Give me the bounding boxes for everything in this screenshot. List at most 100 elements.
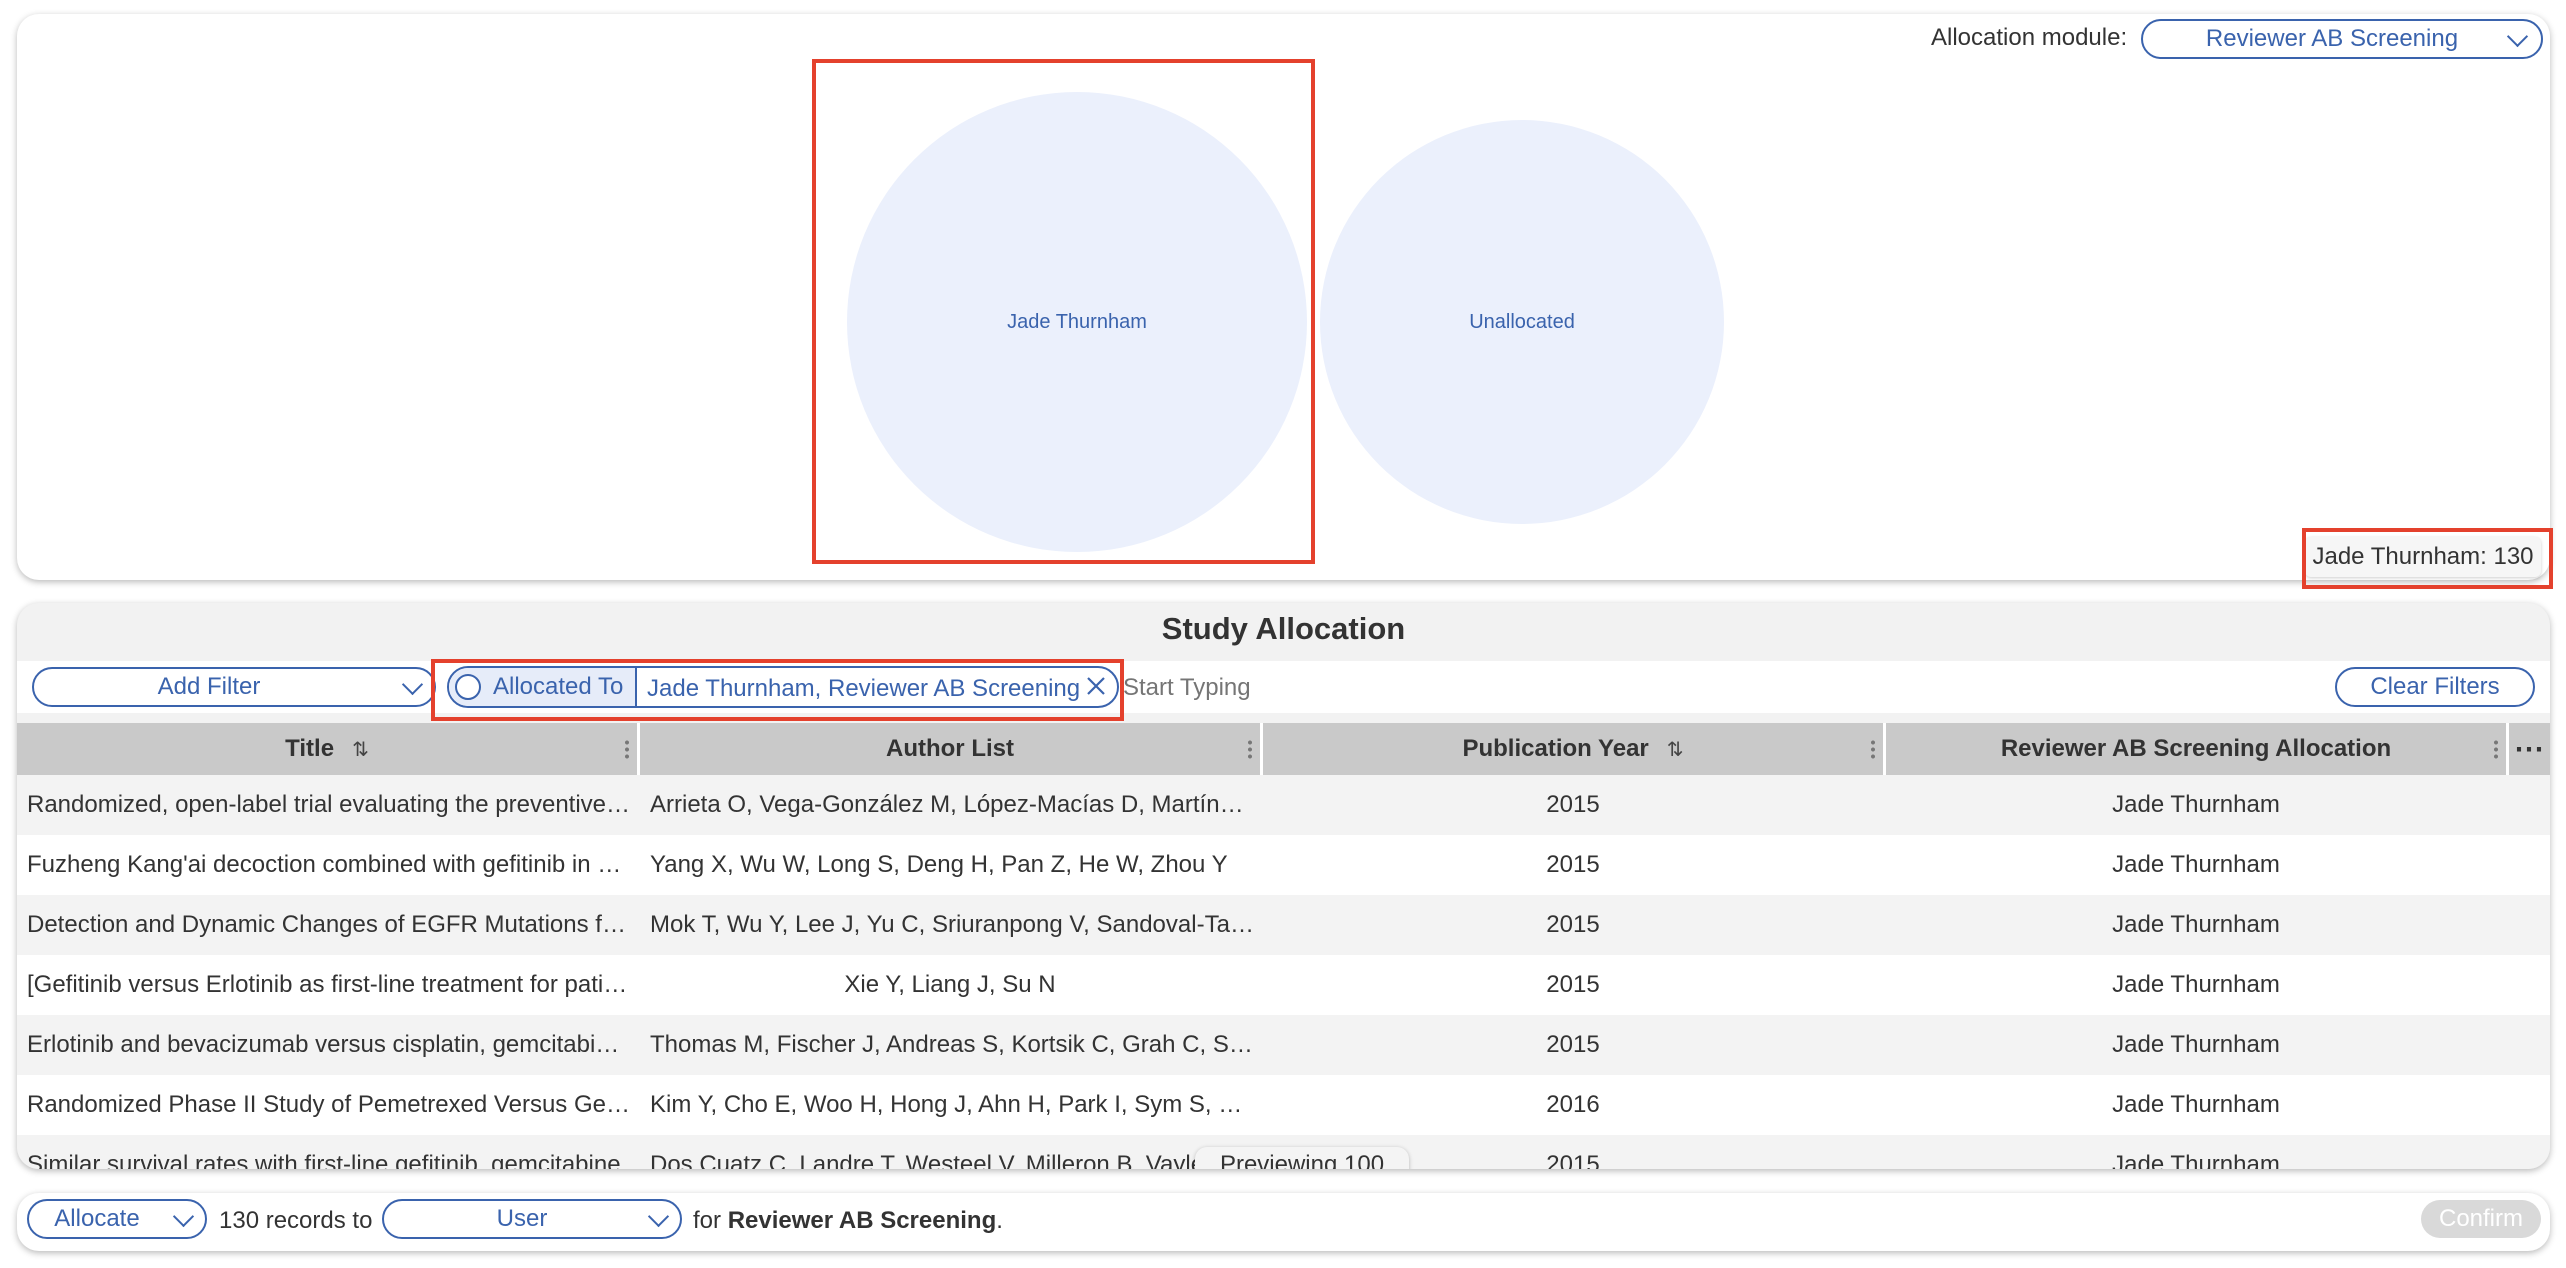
cell-title: Erlotinib and bevacizumab versus cisplat…: [27, 1015, 632, 1075]
cell-title: Fuzheng Kang'ai decoction combined with …: [27, 835, 632, 895]
cell-title: Similar survival rates with first-line g…: [27, 1135, 632, 1169]
column-menu-icon[interactable]: [1248, 739, 1252, 759]
allocation-action-bar: Allocate 130 records to User for Reviewe…: [17, 1193, 2550, 1251]
allocation-text: Jade Thurnham: [2112, 911, 2280, 938]
cell-year: 2015: [1263, 835, 1883, 895]
cell-title: Detection and Dynamic Changes of EGFR Mu…: [27, 895, 632, 955]
column-title-label: Author List: [886, 735, 1014, 762]
title-text: Randomized, open-label trial evaluating …: [27, 791, 632, 818]
action-select-value: Allocate: [54, 1205, 140, 1232]
confirm-label: Confirm: [2438, 1205, 2523, 1232]
cell-authors: Mok T, Wu Y, Lee J, Yu C, Sriuranpong V,…: [650, 895, 1255, 955]
clear-filters-label: Clear Filters: [2370, 673, 2500, 700]
highlight-box-bubble: [812, 59, 1315, 564]
cell-authors: Xie Y, Liang J, Su N: [640, 955, 1260, 1015]
column-header-title[interactable]: Title ⇅: [17, 723, 637, 775]
year-text: 2015: [1546, 851, 1600, 878]
allocation-text: Jade Thurnham: [2112, 971, 2280, 998]
column-menu-icon[interactable]: [625, 739, 629, 759]
table-row[interactable]: Detection and Dynamic Changes of EGFR Mu…: [17, 895, 2550, 955]
cell-year: 2015: [1263, 775, 1883, 835]
authors-text: Dos Cuatz C, Landre T, Westeel V, Miller…: [650, 1151, 1233, 1169]
bubble-unallocated[interactable]: Unallocated: [1320, 120, 1724, 524]
sort-icon[interactable]: ⇅: [352, 737, 369, 762]
column-menu-icon[interactable]: [1871, 739, 1875, 759]
cell-title: [Gefitinib versus Erlotinib as first-lin…: [27, 955, 632, 1015]
target-select[interactable]: User: [382, 1199, 682, 1239]
cell-authors: Thomas M, Fischer J, Andreas S, Kortsik …: [650, 1015, 1255, 1075]
column-menu-icon[interactable]: [2494, 739, 2498, 759]
chevron-down-icon: [172, 1205, 195, 1228]
clear-filters-button[interactable]: Clear Filters: [2335, 667, 2535, 707]
add-filter-label: Add Filter: [157, 673, 261, 700]
cell-authors: Kim Y, Cho E, Woo H, Hong J, Ahn H, Park…: [650, 1075, 1255, 1135]
title-text: Similar survival rates with first-line g…: [27, 1151, 621, 1169]
allocation-module-select[interactable]: Reviewer AB Screening: [2141, 19, 2543, 59]
allocation-text: Jade Thurnham: [2112, 1091, 2280, 1118]
column-title-label: Publication Year: [1462, 735, 1649, 762]
title-text: Erlotinib and bevacizumab versus cisplat…: [27, 1031, 632, 1058]
year-text: 2015: [1546, 911, 1600, 938]
cell-authors: Arrieta O, Vega-González M, López-Macías…: [650, 775, 1255, 835]
allocation-module-value: Reviewer AB Screening: [2205, 25, 2459, 52]
for-text: for: [693, 1207, 722, 1234]
column-title-label: Reviewer AB Screening Allocation: [2000, 735, 2392, 762]
title-text: Detection and Dynamic Changes of EGFR Mu…: [27, 911, 632, 938]
authors-text: Mok T, Wu Y, Lee J, Yu C, Sriuranpong V,…: [650, 911, 1255, 938]
preview-badge: Previewing 100: [1195, 1147, 1409, 1169]
bubble-label: Unallocated: [1469, 310, 1575, 333]
table-header: Title ⇅ Author List Publication Year ⇅ R…: [17, 723, 2550, 775]
cell-year: 2015: [1263, 895, 1883, 955]
chevron-down-icon: [2506, 25, 2529, 48]
cell-allocation: Jade Thurnham: [1886, 895, 2506, 955]
year-text: 2015: [1546, 1151, 1600, 1169]
confirm-button[interactable]: Confirm: [2421, 1200, 2541, 1238]
allocation-text: Jade Thurnham: [2112, 791, 2280, 818]
study-allocation-title: Study Allocation: [1161, 611, 1406, 646]
authors-text: Thomas M, Fischer J, Andreas S, Kortsik …: [650, 1031, 1255, 1058]
column-options-button[interactable]: ⋯: [2509, 723, 2550, 775]
allocation-text: Jade Thurnham: [2112, 851, 2280, 878]
cell-year: 2015: [1263, 955, 1883, 1015]
cell-allocation: Jade Thurnham: [1886, 1015, 2506, 1075]
more-options-icon: ⋯: [2514, 732, 2545, 766]
table-row[interactable]: Randomized, open-label trial evaluating …: [17, 775, 2550, 835]
sort-icon[interactable]: ⇅: [1667, 737, 1684, 762]
highlight-box-filter: [431, 659, 1124, 721]
title-text: [Gefitinib versus Erlotinib as first-lin…: [27, 971, 632, 998]
column-header-publication-year[interactable]: Publication Year ⇅: [1263, 723, 1883, 775]
authors-text: Yang X, Wu W, Long S, Deng H, Pan Z, He …: [650, 851, 1228, 878]
cell-authors: Yang X, Wu W, Long S, Deng H, Pan Z, He …: [650, 835, 1255, 895]
title-text: Randomized Phase II Study of Pemetrexed …: [27, 1091, 632, 1118]
cell-allocation: Jade Thurnham: [1886, 955, 2506, 1015]
filter-bar: Add Filter Allocated To Jade Thurnham, R…: [17, 661, 2550, 713]
chevron-down-icon: [647, 1205, 670, 1228]
year-text: 2015: [1546, 971, 1600, 998]
year-text: 2015: [1546, 1031, 1600, 1058]
filter-search-input[interactable]: [1121, 669, 1625, 707]
for-module-text: for Reviewer AB Screening.: [693, 1207, 1003, 1235]
title-text: Fuzheng Kang'ai decoction combined with …: [27, 851, 632, 878]
year-text: 2016: [1546, 1091, 1600, 1118]
action-select[interactable]: Allocate: [27, 1199, 207, 1239]
authors-text: Kim Y, Cho E, Woo H, Hong J, Ahn H, Park…: [650, 1091, 1255, 1118]
cell-allocation: Jade Thurnham: [1886, 1075, 2506, 1135]
table-row[interactable]: Randomized Phase II Study of Pemetrexed …: [17, 1075, 2550, 1135]
table-row[interactable]: Fuzheng Kang'ai decoction combined with …: [17, 835, 2550, 895]
allocation-module-label: Allocation module:: [1931, 24, 2128, 51]
add-filter-select[interactable]: Add Filter: [32, 667, 436, 707]
table-row[interactable]: [Gefitinib versus Erlotinib as first-lin…: [17, 955, 2550, 1015]
cell-year: 2015: [1263, 1015, 1883, 1075]
column-title-label: Title: [285, 735, 335, 762]
table-row[interactable]: Erlotinib and bevacizumab versus cisplat…: [17, 1015, 2550, 1075]
cell-allocation: Jade Thurnham: [1886, 775, 2506, 835]
highlight-box-tooltip: [2302, 528, 2553, 589]
cell-title: Randomized, open-label trial evaluating …: [27, 775, 632, 835]
column-header-reviewer-allocation[interactable]: Reviewer AB Screening Allocation: [1886, 723, 2506, 775]
module-name: Reviewer AB Screening: [727, 1207, 997, 1234]
cell-allocation: Jade Thurnham: [1886, 1135, 2506, 1169]
column-header-author-list[interactable]: Author List: [640, 723, 1260, 775]
target-select-value: User: [496, 1205, 548, 1232]
study-allocation-panel: Study Allocation Add Filter Allocated To…: [17, 603, 2550, 1169]
cell-authors: Dos Cuatz C, Landre T, Westeel V, Miller…: [650, 1135, 1255, 1169]
